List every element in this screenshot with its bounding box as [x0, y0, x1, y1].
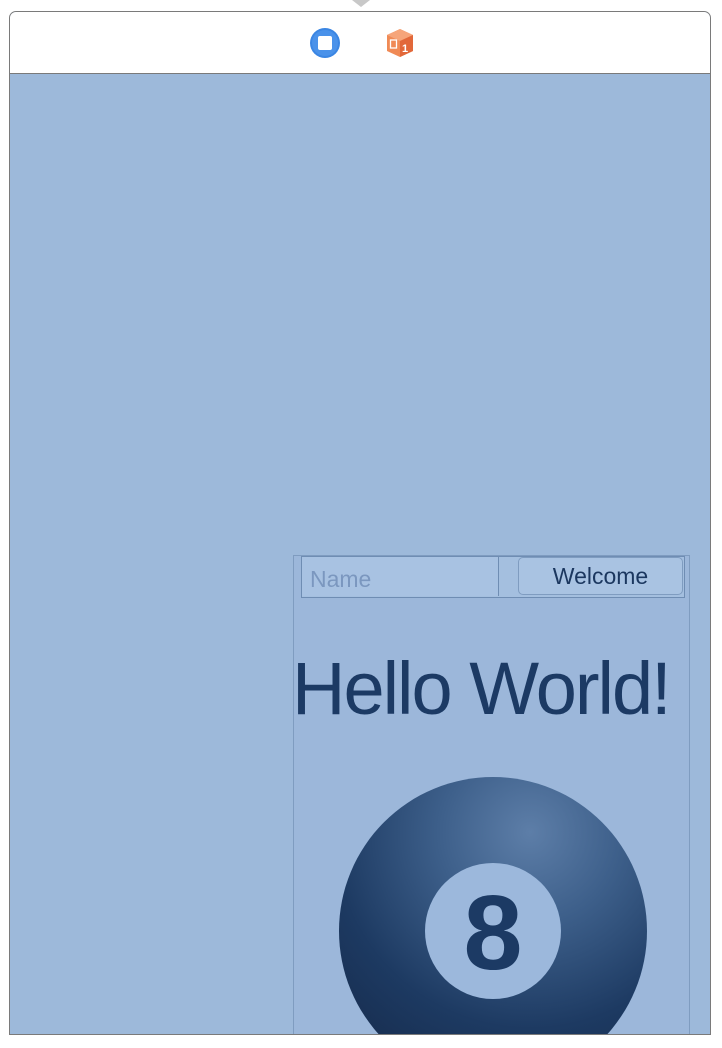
ball-number: 8	[464, 874, 523, 992]
scene-dock: 1	[10, 12, 710, 74]
popover-arrow	[352, 0, 370, 7]
view-controller-icon[interactable]	[309, 27, 341, 59]
scene-canvas: 1 Welcome Hello World!	[9, 11, 711, 1035]
welcome-button[interactable]: Welcome	[518, 557, 683, 595]
name-field-wrapper	[302, 557, 499, 596]
svg-text:1: 1	[402, 43, 408, 55]
first-responder-icon[interactable]: 1	[384, 27, 416, 59]
content-container: Welcome Hello World! 8	[292, 555, 690, 1034]
name-input[interactable]	[302, 557, 498, 596]
eight-ball-image: 8	[338, 776, 648, 1034]
input-stack: Welcome	[301, 556, 685, 598]
hello-label: Hello World!	[292, 647, 672, 730]
